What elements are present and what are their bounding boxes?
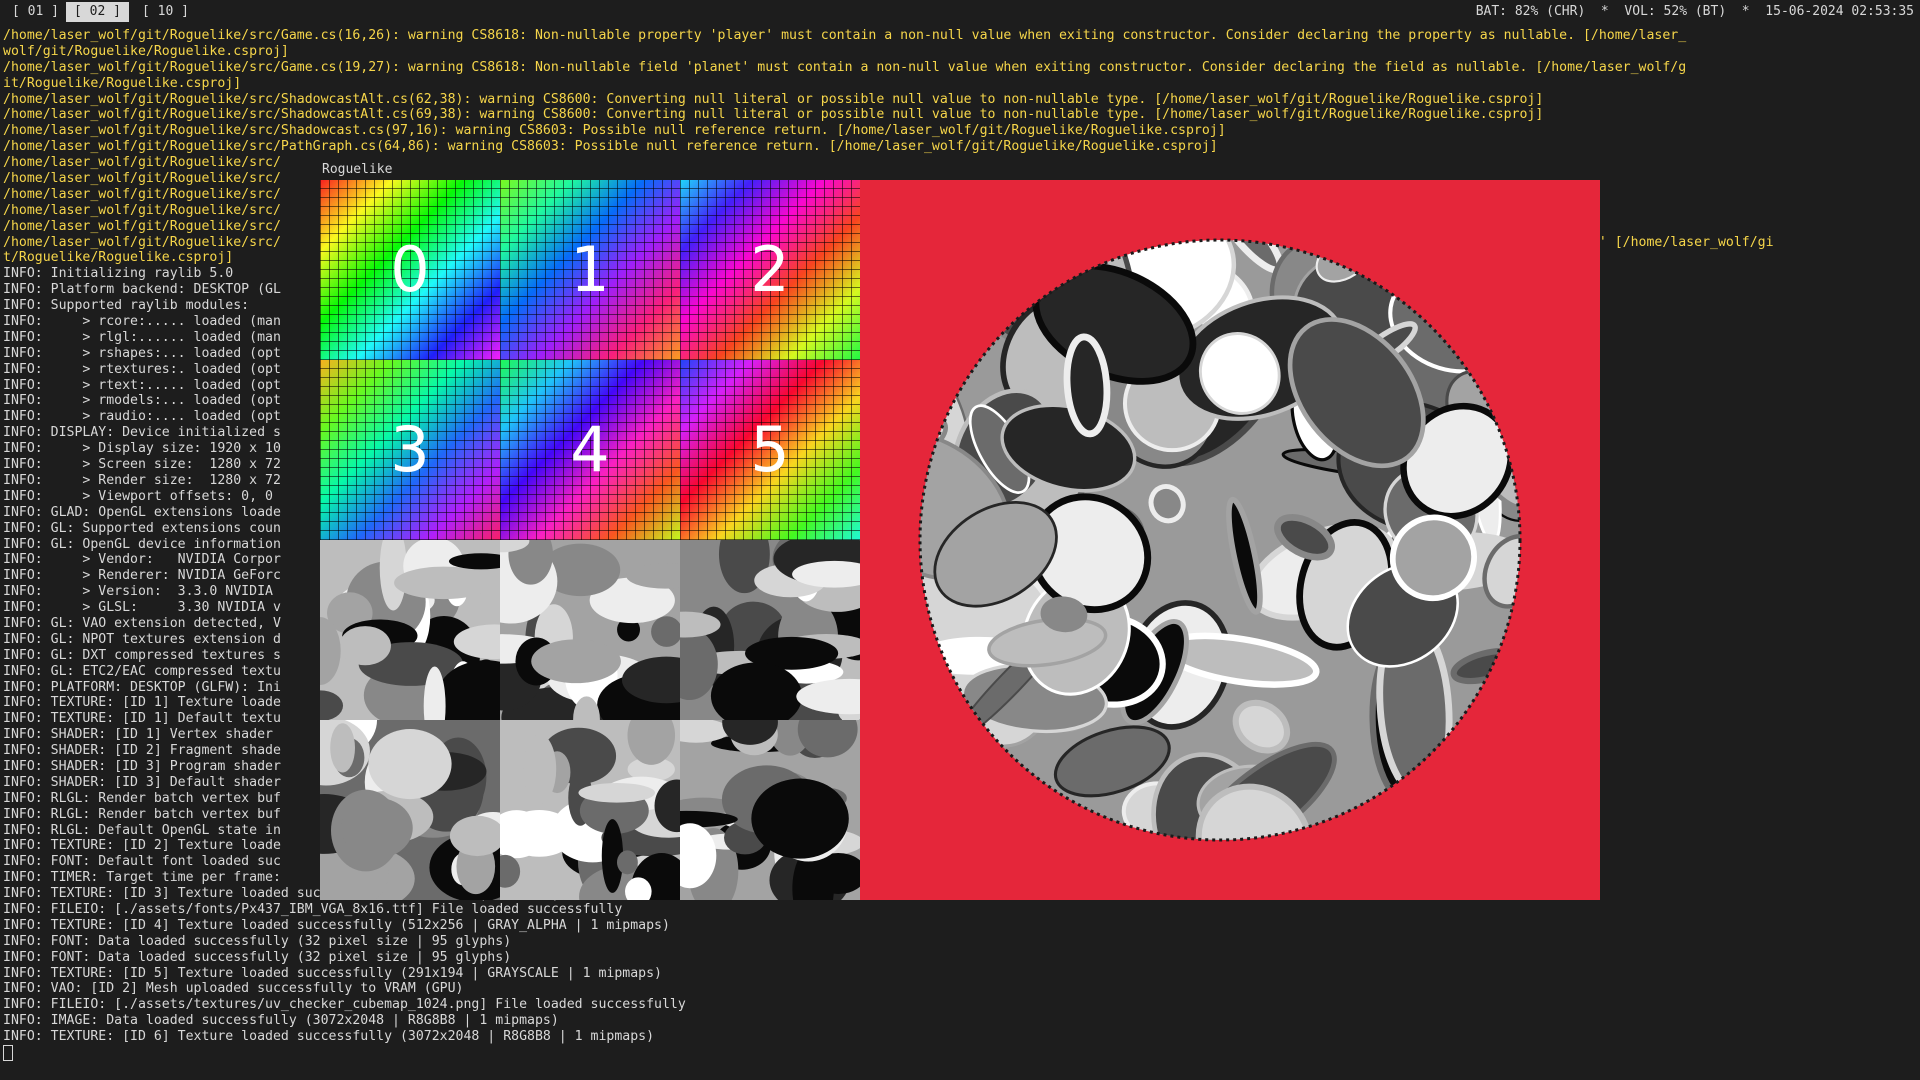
cubemap-face-5: 5 [680, 360, 860, 540]
face-number-label: 2 [750, 233, 790, 306]
cubemap-face-0: 0 [320, 180, 500, 360]
cubemap-face-4: 4 [500, 360, 680, 540]
workspace-1-button[interactable]: [ 01 ] [4, 2, 67, 22]
log-info-line: INFO: TEXTURE: [ID 6] Texture loaded suc… [3, 1029, 655, 1045]
noise-tile [500, 720, 680, 900]
noise-blob [710, 662, 803, 720]
noise-blob [394, 566, 494, 600]
face-number-label: 0 [390, 233, 430, 306]
face-number-label: 4 [570, 413, 610, 486]
terminal-prompt-line[interactable] [3, 1045, 1917, 1061]
system-status-text: BAT: 82% (CHR) * VOL: 52% (BT) * 15-06-2… [1475, 4, 1914, 19]
heightmap-noise-preview [320, 540, 860, 900]
build-warning-line: /home/laser_wolf/git/Roguelike/src/Game.… [3, 59, 1687, 75]
noise-blob [341, 797, 413, 859]
terrain-patch [1071, 839, 1170, 850]
noise-blob [368, 729, 452, 800]
cubemap-face-1: 1 [500, 180, 680, 360]
terminal-cursor [3, 1045, 13, 1061]
noise-blob [531, 639, 621, 684]
build-warning-line: it/Roguelike/Roguelike.csproj] [3, 75, 242, 91]
noise-blob [578, 782, 656, 803]
build-warning-line: /home/laser_wolf/git/Roguelike/src/Shado… [3, 123, 1226, 139]
face-number-label: 3 [390, 413, 430, 486]
build-warning-line: /home/laser_wolf/git/Roguelike/src/Shado… [3, 107, 1544, 123]
log-info-line: INFO: TEXTURE: [ID 4] Texture loaded suc… [3, 917, 670, 933]
roguelike-window[interactable]: Roguelike 0 1 2 3 4 5 [318, 160, 1600, 900]
face-number-label: 1 [570, 233, 610, 306]
noise-blob [651, 616, 680, 647]
log-info-line: INFO: VAO: [ID 2] Mesh uploaded successf… [3, 981, 464, 997]
noise-tile [680, 540, 860, 720]
log-info-line: INFO: IMAGE: Data loaded successfully (3… [3, 1013, 559, 1029]
build-warning-line: /home/laser_wolf/git/Roguelike/src/Game.… [3, 28, 1687, 43]
top-status-bar: [ 01 ] [ 02 ] [ 10 ] BAT: 82% (CHR) * VO… [0, 0, 1920, 24]
log-info-line: INFO: FILEIO: [./assets/textures/uv_chec… [3, 997, 686, 1013]
noise-blob [339, 626, 391, 666]
noise-blob [751, 778, 849, 859]
cubemap-face-2: 2 [680, 180, 860, 360]
workspace-2-button[interactable]: [ 02 ] [66, 2, 129, 22]
log-info-line: INFO: FONT: Data loaded successfully (32… [3, 949, 512, 965]
game-viewport[interactable]: 0 1 2 3 4 5 [320, 180, 1600, 900]
log-info-line: INFO: TEXTURE: [ID 5] Texture loaded suc… [3, 965, 662, 981]
window-title: Roguelike [320, 160, 395, 180]
noise-blob [330, 723, 355, 773]
build-warning-line: /home/laser_wolf/git/Roguelike/src/Shado… [3, 91, 1544, 107]
cubemap-debug-faces: 0 1 2 3 4 5 [320, 180, 860, 540]
face-number-label: 5 [750, 413, 790, 486]
terrain-patch [1357, 240, 1509, 262]
log-info-line: INFO: FILEIO: [./assets/fonts/Px437_IBM_… [3, 901, 623, 917]
planet-sphere-render [918, 238, 1522, 850]
build-warning-line: wolf/git/Roguelike/Roguelike.csproj] [3, 43, 289, 59]
log-info-line: INFO: FONT: Data loaded successfully (32… [3, 933, 512, 949]
noise-blob [523, 734, 557, 804]
build-warning-line: /home/laser_wolf/git/Roguelike/src/PathG… [3, 139, 1218, 155]
noise-blob [616, 850, 638, 875]
noise-blob [449, 815, 500, 857]
workspace-10-button[interactable]: [ 10 ] [134, 2, 197, 22]
cubemap-face-3: 3 [320, 360, 500, 540]
noise-blob [503, 810, 575, 857]
